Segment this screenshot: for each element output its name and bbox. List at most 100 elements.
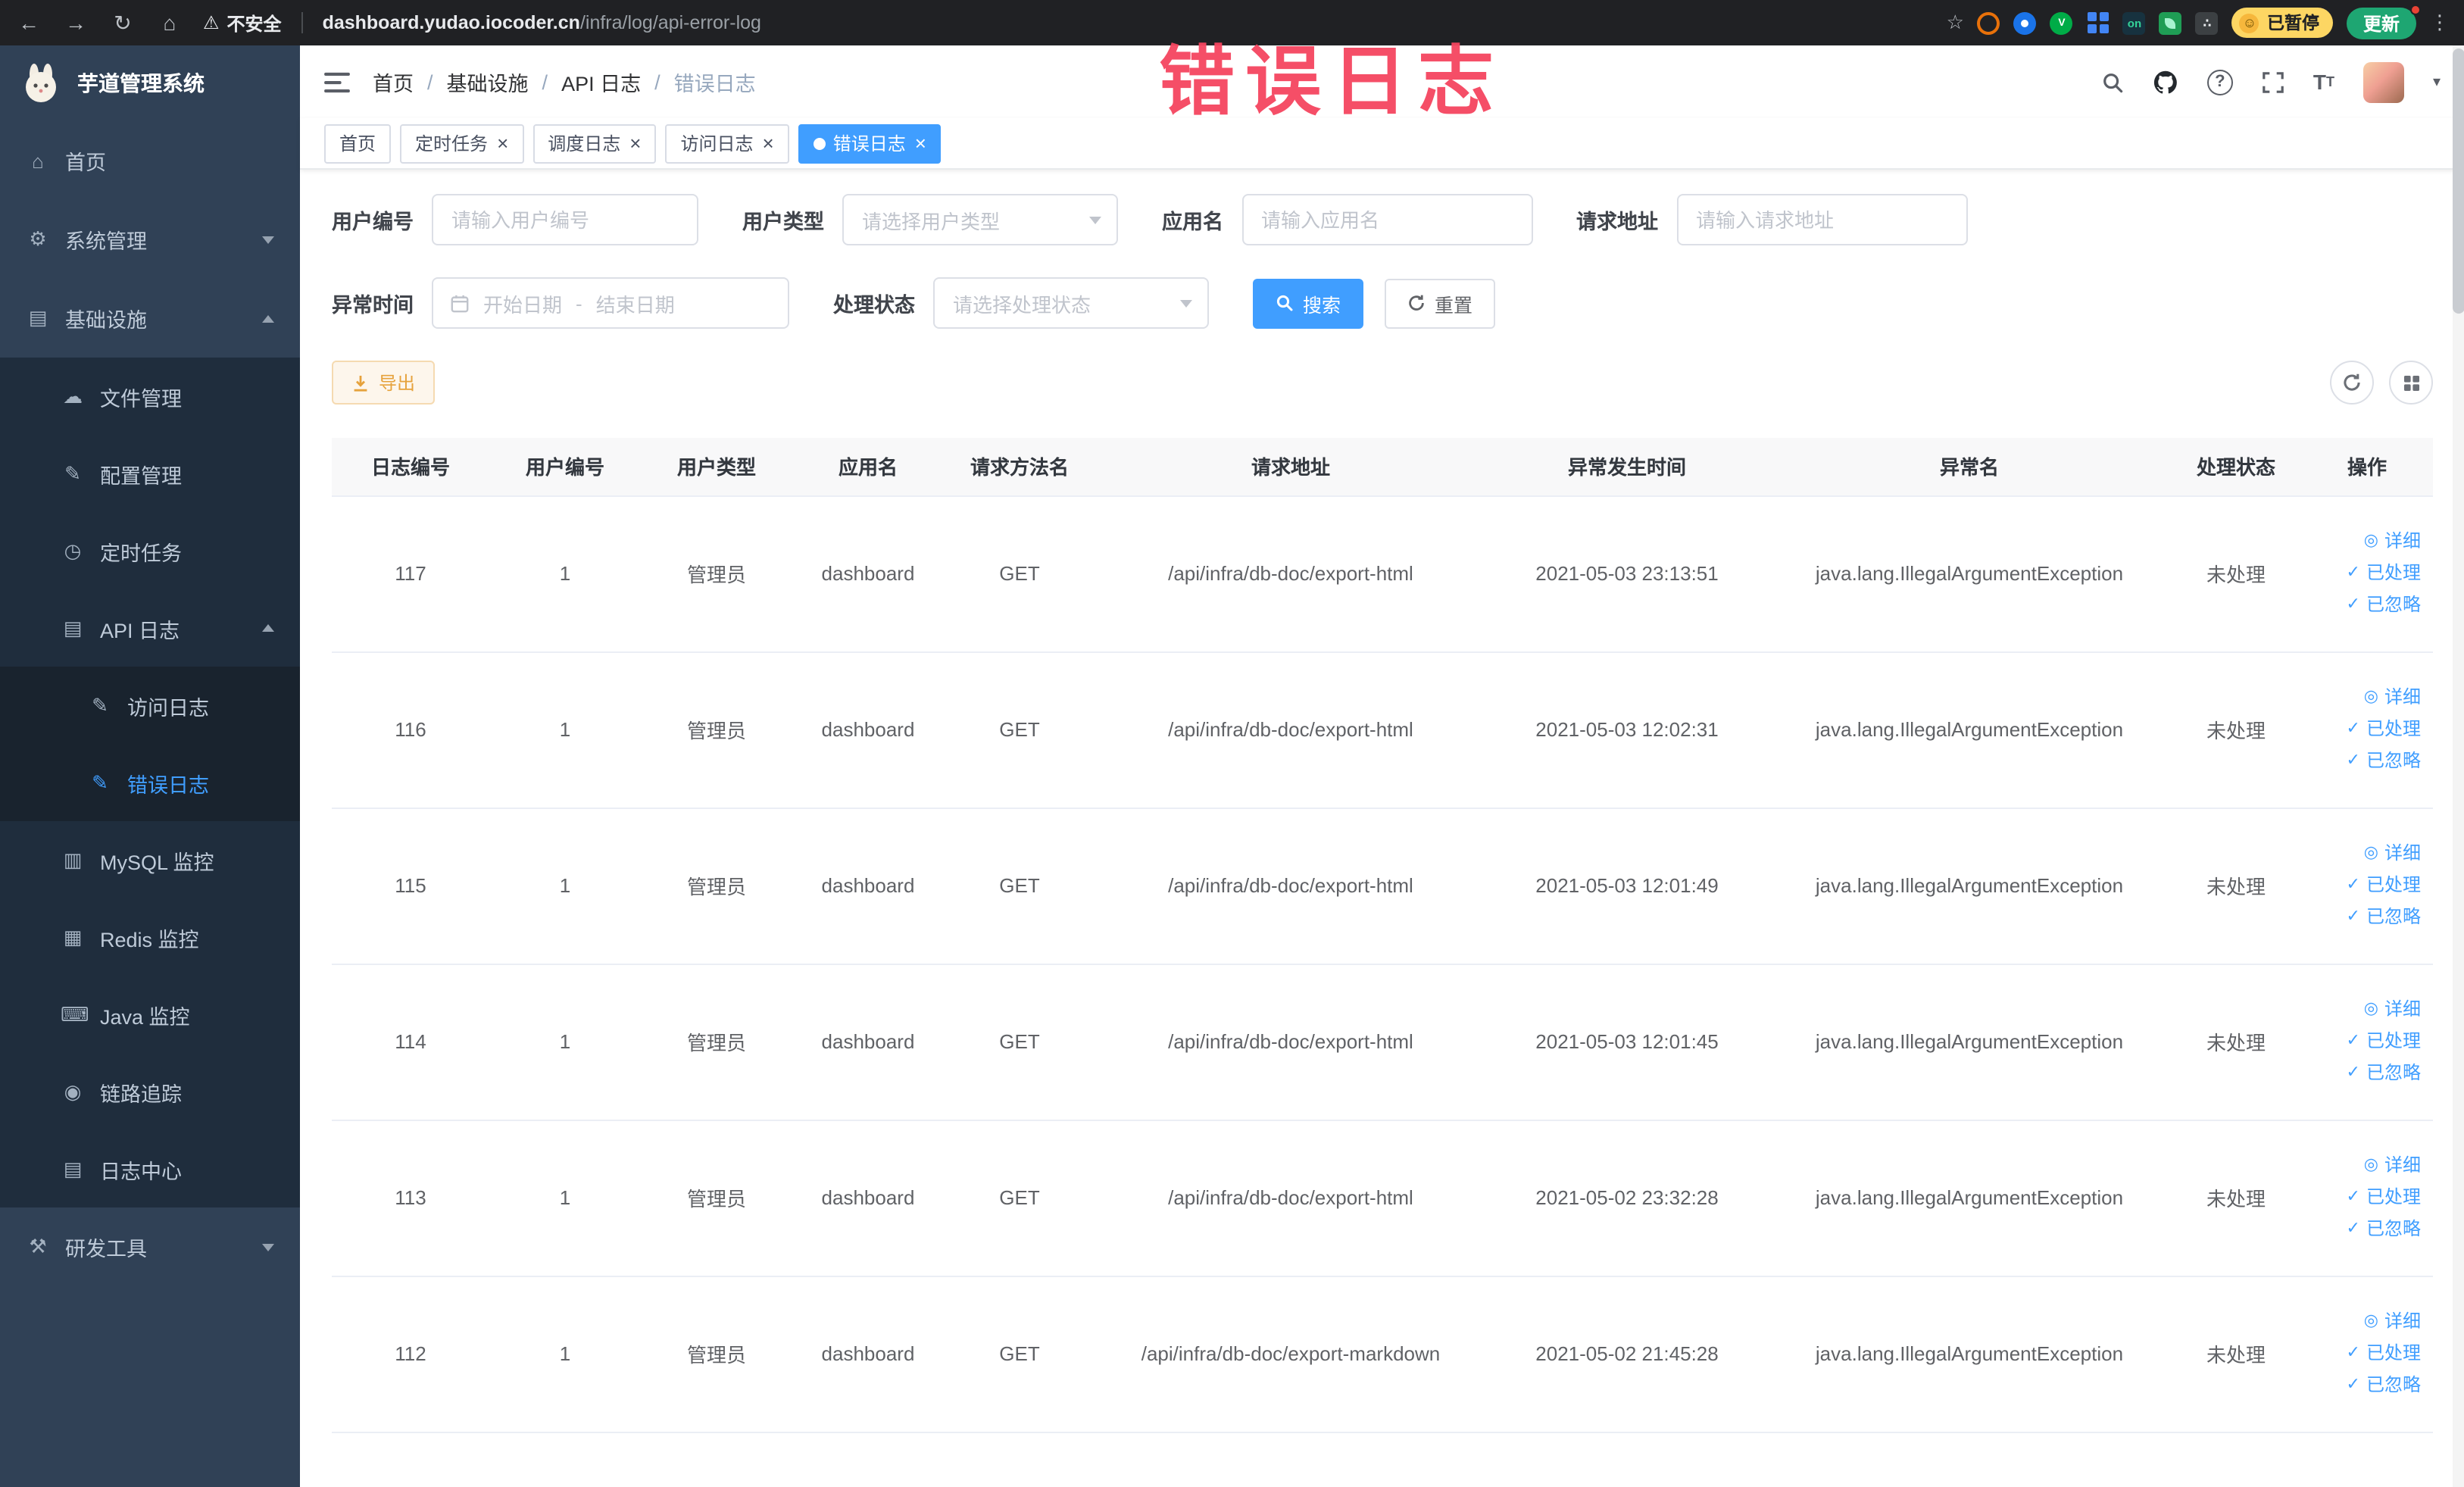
url-bar[interactable]: dashboard.yudao.iocoder.cn/infra/log/api…: [323, 9, 761, 36]
ext-green-circle-icon[interactable]: V: [2050, 11, 2073, 34]
sidebar-item-mysql-monitor[interactable]: ▥ MySQL 监控: [0, 821, 300, 898]
column-header: 用户编号: [489, 438, 641, 496]
processed-link[interactable]: ✓ 已处理: [2307, 714, 2421, 745]
app-logo[interactable]: 芋道管理系统: [0, 45, 300, 121]
gear-icon: ⚙: [29, 227, 47, 250]
ignored-link[interactable]: ✓ 已忽略: [2307, 901, 2421, 933]
reset-button[interactable]: 重置: [1385, 278, 1496, 328]
table-cell: dashboard: [792, 495, 944, 652]
avatar-caret-icon[interactable]: ▾: [2433, 73, 2441, 90]
close-icon[interactable]: ×: [497, 133, 508, 153]
sidebar-item-java-monitor[interactable]: ⌨ Java 监控: [0, 976, 300, 1053]
app-name-input[interactable]: [1241, 194, 1532, 245]
close-icon[interactable]: ×: [915, 133, 926, 153]
detail-link[interactable]: ◎ 详细: [2307, 682, 2421, 714]
sidebar-item-redis-monitor[interactable]: ▦ Redis 监控: [0, 898, 300, 976]
process-status-select[interactable]: 请选择处理状态: [933, 277, 1209, 329]
breadcrumb-item[interactable]: 首页: [373, 67, 414, 97]
search-icon[interactable]: [2101, 70, 2124, 93]
scrollbar[interactable]: [2453, 45, 2464, 1487]
scrollbar-thumb[interactable]: [2453, 48, 2464, 314]
sidebar-toggle-icon[interactable]: [324, 70, 350, 93]
column-settings-button[interactable]: [2389, 361, 2433, 405]
ext-blue-grid-icon[interactable]: [2087, 11, 2110, 34]
tab-home[interactable]: 首页: [324, 123, 392, 163]
browser-menu-icon[interactable]: ⋮: [2430, 11, 2450, 35]
request-url-input[interactable]: [1676, 194, 1967, 245]
tab-schedule-log[interactable]: 调度日志 ×: [532, 123, 657, 163]
table-cell: 1: [489, 964, 641, 1120]
detail-link[interactable]: ◎ 详细: [2307, 838, 2421, 870]
processed-link[interactable]: ✓ 已处理: [2307, 870, 2421, 901]
back-icon[interactable]: ←: [15, 11, 42, 35]
detail-link[interactable]: ◎ 详细: [2307, 526, 2421, 558]
sidebar-item-error-log[interactable]: ✎ 错误日志: [0, 744, 300, 821]
action-label: 详细: [2384, 1310, 2421, 1332]
bookmark-star-icon[interactable]: ☆: [1947, 11, 1964, 35]
detail-link[interactable]: ◎ 详细: [2307, 1150, 2421, 1182]
ignored-link[interactable]: ✓ 已忽略: [2307, 745, 2421, 777]
update-button[interactable]: 更新: [2346, 4, 2421, 39]
sidebar-item-link-trace[interactable]: ◉ 链路追踪: [0, 1053, 300, 1130]
table-cell: 未处理: [2171, 495, 2301, 652]
paused-badge[interactable]: ☺ 已暂停: [2231, 8, 2333, 38]
sidebar-item-file-management[interactable]: ☁ 文件管理: [0, 358, 300, 435]
search-button[interactable]: 搜索: [1253, 278, 1364, 328]
sidebar-item-config-management[interactable]: ✎ 配置管理: [0, 435, 300, 512]
ext-blue-dot-icon[interactable]: [2013, 11, 2037, 34]
forward-icon[interactable]: →: [62, 11, 89, 35]
processed-link[interactable]: ✓ 已处理: [2307, 1026, 2421, 1057]
breadcrumb-item[interactable]: 基础设施: [447, 67, 529, 97]
fullscreen-icon[interactable]: [2262, 70, 2284, 93]
ext-paw-icon[interactable]: ∴: [2195, 11, 2219, 34]
user-type-placeholder: 请选择用户类型: [862, 210, 1001, 233]
sidebar-item-log-center[interactable]: ▤ 日志中心: [0, 1130, 300, 1207]
ext-on-badge-icon[interactable]: on: [2122, 11, 2146, 34]
detail-link[interactable]: ◎ 详细: [2307, 1306, 2421, 1338]
processed-link[interactable]: ✓ 已处理: [2307, 1338, 2421, 1370]
exception-time-range[interactable]: 开始日期 - 结束日期: [432, 277, 789, 329]
detail-link[interactable]: ◎ 详细: [2307, 994, 2421, 1026]
avatar[interactable]: [2363, 61, 2404, 102]
tab-error-log[interactable]: 错误日志 ×: [798, 123, 942, 163]
breadcrumb-item[interactable]: API 日志: [561, 67, 641, 97]
sidebar-item-access-log[interactable]: ✎ 访问日志: [0, 667, 300, 744]
user-id-input[interactable]: [432, 194, 698, 245]
user-type-select[interactable]: 请选择用户类型: [842, 194, 1118, 245]
browser-home-icon[interactable]: ⌂: [156, 11, 183, 35]
processed-link[interactable]: ✓ 已处理: [2307, 1182, 2421, 1214]
url-path: /infra/log/api-error-log: [579, 12, 761, 33]
ext-leaf-icon[interactable]: [2159, 11, 2182, 34]
refresh-table-button[interactable]: [2330, 361, 2374, 405]
sidebar-item-system-management[interactable]: ⚙ 系统管理: [0, 200, 300, 279]
tab-scheduled-tasks[interactable]: 定时任务 ×: [400, 123, 524, 163]
ignored-link[interactable]: ✓ 已忽略: [2307, 1214, 2421, 1245]
tab-label: 首页: [339, 133, 376, 155]
github-icon[interactable]: [2153, 69, 2178, 95]
sidebar-item-dev-tools[interactable]: ⚒ 研发工具: [0, 1207, 300, 1286]
ext-red-ring-icon[interactable]: [1977, 11, 2000, 34]
close-icon[interactable]: ×: [763, 133, 774, 153]
reload-icon[interactable]: ↻: [109, 10, 136, 36]
export-button[interactable]: 导出: [332, 361, 436, 405]
security-chip[interactable]: ⚠ 不安全: [203, 10, 282, 36]
sidebar-item-home[interactable]: ⌂ 首页: [0, 121, 300, 200]
ignored-link[interactable]: ✓ 已忽略: [2307, 589, 2421, 621]
processed-link[interactable]: ✓ 已处理: [2307, 558, 2421, 589]
table-cell: 未处理: [2171, 1120, 2301, 1276]
sidebar-item-api-logs[interactable]: ▤ API 日志: [0, 589, 300, 667]
ignored-link[interactable]: ✓ 已忽略: [2307, 1057, 2421, 1089]
tab-access-log[interactable]: 访问日志 ×: [665, 123, 789, 163]
check-icon: ✓: [2346, 876, 2360, 894]
detail-icon: ◎: [2363, 1312, 2378, 1330]
check-icon: ✓: [2346, 1376, 2360, 1394]
action-label: 已忽略: [2366, 906, 2421, 927]
table-row: 115 1 管理员 dashboard GET/api/infra/db-doc/exp…: [332, 808, 2433, 964]
close-icon[interactable]: ×: [629, 133, 641, 153]
sidebar-item-infrastructure[interactable]: ▤ 基础设施: [0, 279, 300, 358]
sidebar-item-scheduled-tasks[interactable]: ◷ 定时任务: [0, 512, 300, 589]
help-icon[interactable]: ?: [2206, 69, 2233, 95]
font-size-icon[interactable]: TT: [2313, 70, 2334, 94]
watermark-text: 错误日志: [1159, 39, 1504, 124]
ignored-link[interactable]: ✓ 已忽略: [2307, 1370, 2421, 1401]
